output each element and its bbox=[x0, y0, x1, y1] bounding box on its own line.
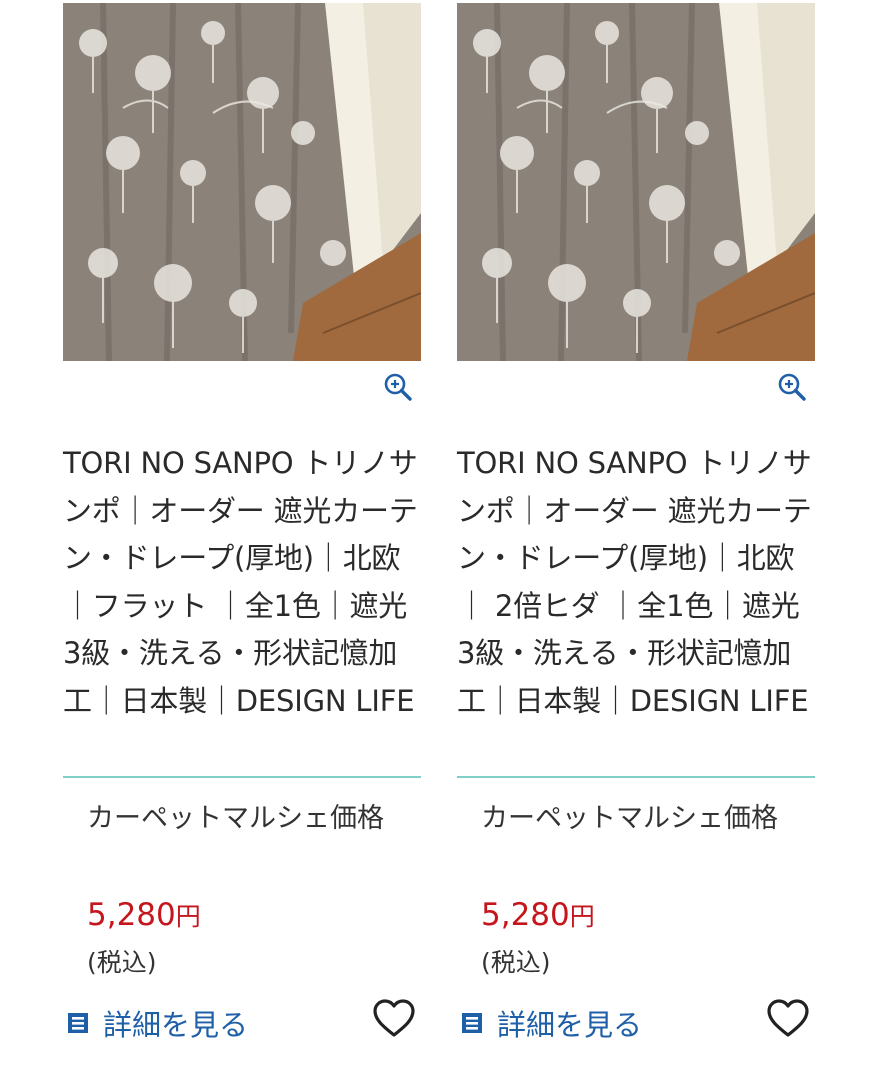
price-value: 5,280 bbox=[87, 897, 176, 933]
price: 5,280円 bbox=[481, 893, 595, 939]
view-details-link[interactable]: 詳細を見る bbox=[67, 1001, 248, 1045]
product-title[interactable]: TORI NO SANPO トリノサンポ｜オーダー 遮光カーテン・ドレープ(厚地… bbox=[63, 440, 423, 725]
product-card: TORI NO SANPO トリノサンポ｜オーダー 遮光カーテン・ドレープ(厚地… bbox=[63, 0, 421, 1080]
product-image[interactable] bbox=[63, 3, 421, 361]
product-title[interactable]: TORI NO SANPO トリノサンポ｜オーダー 遮光カーテン・ドレープ(厚地… bbox=[457, 440, 817, 725]
price: 5,280円 bbox=[87, 893, 201, 939]
zoom-in-icon[interactable] bbox=[383, 372, 413, 402]
price-label: カーペットマルシェ価格 bbox=[481, 803, 778, 834]
price-currency: 円 bbox=[569, 902, 595, 931]
divider bbox=[457, 776, 815, 778]
heart-icon[interactable] bbox=[372, 997, 416, 1041]
price-currency: 円 bbox=[175, 902, 201, 931]
zoom-in-icon[interactable] bbox=[777, 372, 807, 402]
product-card: TORI NO SANPO トリノサンポ｜オーダー 遮光カーテン・ドレープ(厚地… bbox=[457, 0, 815, 1080]
divider bbox=[63, 776, 421, 778]
view-details-link[interactable]: 詳細を見る bbox=[461, 1001, 642, 1045]
view-details-label: 詳細を見る bbox=[497, 1008, 643, 1042]
document-icon bbox=[462, 1013, 482, 1033]
heart-icon[interactable] bbox=[766, 997, 810, 1041]
document-icon bbox=[68, 1013, 88, 1033]
price-value: 5,280 bbox=[481, 897, 570, 933]
price-label: カーペットマルシェ価格 bbox=[87, 803, 384, 834]
product-image[interactable] bbox=[457, 3, 815, 361]
tax-note: (税込) bbox=[87, 948, 157, 977]
tax-note: (税込) bbox=[481, 948, 551, 977]
view-details-label: 詳細を見る bbox=[103, 1008, 249, 1042]
